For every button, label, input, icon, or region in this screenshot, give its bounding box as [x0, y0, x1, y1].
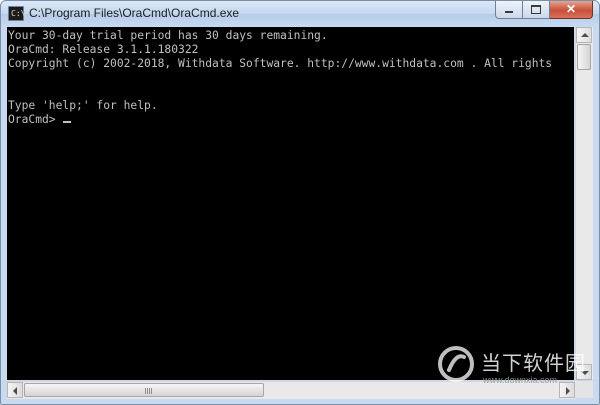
console-output-area[interactable]: Your 30-day trial period has 30 days rem…	[7, 27, 574, 380]
console-prompt: OraCmd>	[8, 113, 63, 126]
console-line-trial: Your 30-day trial period has 30 days rem…	[8, 29, 328, 42]
close-icon: ✕	[565, 2, 577, 16]
minimize-icon	[505, 11, 513, 13]
console-line-copyright: Copyright (c) 2002-2018, Withdata Softwa…	[8, 57, 553, 70]
watermark-logo-icon	[438, 346, 474, 382]
close-button[interactable]: ✕	[550, 1, 593, 19]
console-window: C:\ C:\Program Files\OraCmd\OraCmd.exe ✕…	[0, 0, 600, 405]
text-cursor	[63, 121, 72, 123]
watermark-text: 当下软件园	[481, 351, 586, 375]
horizontal-scroll-thumb[interactable]	[24, 383, 264, 397]
arrow-up-icon	[581, 33, 589, 37]
title-bar[interactable]: C:\ C:\Program Files\OraCmd\OraCmd.exe ✕	[1, 1, 599, 27]
watermark-url: www.downxia.com	[483, 375, 558, 385]
maximize-icon	[531, 5, 541, 14]
window-controls: ✕	[495, 1, 593, 19]
console-line-release: OraCmd: Release 3.1.1.180322	[8, 43, 199, 56]
vertical-scroll-thumb[interactable]	[577, 44, 591, 70]
scroll-left-button[interactable]	[7, 382, 23, 398]
app-icon-text: C:\	[11, 9, 26, 18]
thumb-grip	[145, 388, 152, 394]
window-title: C:\Program Files\OraCmd\OraCmd.exe	[29, 6, 240, 20]
minimize-button[interactable]	[495, 1, 523, 19]
maximize-button[interactable]	[523, 1, 550, 19]
console-app-icon[interactable]: C:\	[8, 6, 26, 21]
console-line-help: Type 'help;' for help.	[8, 99, 158, 112]
watermark: 当下软件园 www.downxia.com	[437, 345, 587, 401]
vertical-scrollbar[interactable]	[575, 27, 593, 380]
scroll-up-button[interactable]	[576, 27, 592, 43]
arrow-left-icon	[13, 387, 17, 395]
